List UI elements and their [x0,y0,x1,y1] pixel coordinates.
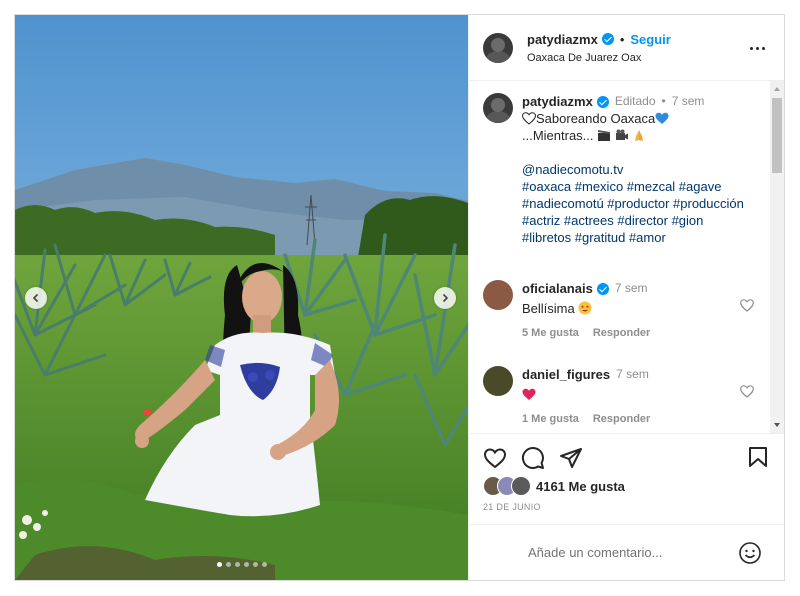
comments-scrollbar[interactable] [770,81,784,433]
blue-heart-icon [655,112,669,124]
post-actions: 4161 Me gusta 21 DE JUNIO [469,433,784,580]
heart-icon[interactable] [740,385,754,398]
caption-text-1: Saboreando Oaxaca [536,111,656,126]
previous-photo-button[interactable] [25,287,47,309]
hashtags-line-3[interactable]: #actriz #actrees #director #gion [522,212,744,229]
white-heart-icon [522,112,536,125]
heart-icon[interactable] [483,446,507,470]
mention-link[interactable]: @nadiecomotu.tv [522,161,744,178]
author-username[interactable]: patydiazmx [527,32,598,47]
commenter-username[interactable]: oficialanais [522,280,593,297]
carousel-indicator [15,562,468,567]
author-avatar[interactable] [483,32,513,63]
post-photo[interactable] [15,15,468,580]
verified-badge-icon [601,33,614,45]
caption-text-2: ...Mientras... [522,128,594,143]
caption-author-avatar[interactable] [483,93,513,123]
next-photo-button[interactable] [434,287,456,309]
liker-avatar[interactable] [511,476,531,496]
post-header: patydiazmx • Seguir Oaxaca De Juarez Oax [469,15,784,81]
caption-line-1: Saboreando Oaxaca [522,110,744,127]
commenter-username[interactable]: daniel_figures [522,366,610,383]
comment-input[interactable] [526,544,730,561]
post-sidebar: patydiazmx • Seguir Oaxaca De Juarez Oax… [468,15,784,580]
carousel-dot [243,562,249,567]
post-date[interactable]: 21 DE JUNIO [483,502,770,512]
author-info: patydiazmx • Seguir Oaxaca De Juarez Oax [527,32,671,64]
carousel-dot [252,562,258,567]
comment-time[interactable]: 7 sem [616,366,649,383]
hashtags-line-4[interactable]: #libretos #gratitud #amor [522,229,744,246]
bookmark-icon[interactable] [748,446,768,468]
verified-badge-icon [596,95,609,108]
movie-camera-icon [615,129,628,140]
hashtags-line-1[interactable]: #oaxaca #mexico #mezcal #agave [522,178,744,195]
caption-line-2: ...Mientras... [522,127,744,144]
scrollbar-thumb[interactable] [772,98,782,173]
star-struck-emoji-icon [578,301,592,315]
comment-likes[interactable]: 5 Me gusta [522,325,579,342]
chevron-left-icon [32,293,39,303]
comment-item: daniel_figures 7 sem 1 Me gusta Responde… [483,366,770,428]
comments-section[interactable]: patydiazmx Editado • 7 sem Saboreando Oa… [469,81,784,433]
follow-button[interactable]: Seguir [630,32,670,47]
likes-summary: 4161 Me gusta [483,476,770,496]
commenter-avatar[interactable] [483,280,513,310]
add-comment-bar [469,524,784,580]
carousel-dot [261,562,267,567]
share-icon[interactable] [559,446,583,470]
more-options-icon[interactable] [748,39,766,57]
post-caption: patydiazmx Editado • 7 sem Saboreando Oa… [483,93,770,246]
red-heart-icon [522,388,536,400]
hashtags-line-2[interactable]: #nadiecomotú #productor #producción [522,195,744,212]
carousel-dot [234,562,240,567]
verified-badge-icon [596,282,609,295]
emoji-icon[interactable] [738,541,762,565]
scroll-down-arrow[interactable] [774,423,780,427]
comment-icon[interactable] [521,446,545,470]
comment-item: oficialanais 7 sem Bellísima 5 Me gusta … [483,280,770,342]
separator-dot: • [619,31,625,47]
comment-text: Bellísima [522,301,575,316]
scroll-up-arrow[interactable] [774,87,780,91]
reply-button[interactable]: Responder [593,325,650,342]
heart-icon[interactable] [740,299,754,312]
post-card: patydiazmx • Seguir Oaxaca De Juarez Oax… [14,14,785,581]
location-link[interactable]: Oaxaca De Juarez Oax [527,52,671,64]
reply-button[interactable]: Responder [593,411,650,428]
clapperboard-icon [598,130,611,141]
carousel-dot [225,562,231,567]
comment-likes[interactable]: 1 Me gusta [522,411,579,428]
chevron-right-icon [442,293,449,303]
edited-label: Editado [614,94,656,108]
caption-time[interactable]: 7 sem [672,93,705,110]
carousel-dot [216,562,222,567]
likes-count[interactable]: 4161 Me gusta [536,479,625,494]
commenter-avatar[interactable] [483,366,513,396]
caption-username[interactable]: patydiazmx [522,93,593,110]
folded-hands-icon [635,130,644,141]
photo-scene [15,15,468,580]
separator-dot: • [661,94,666,108]
comment-time[interactable]: 7 sem [615,280,648,297]
